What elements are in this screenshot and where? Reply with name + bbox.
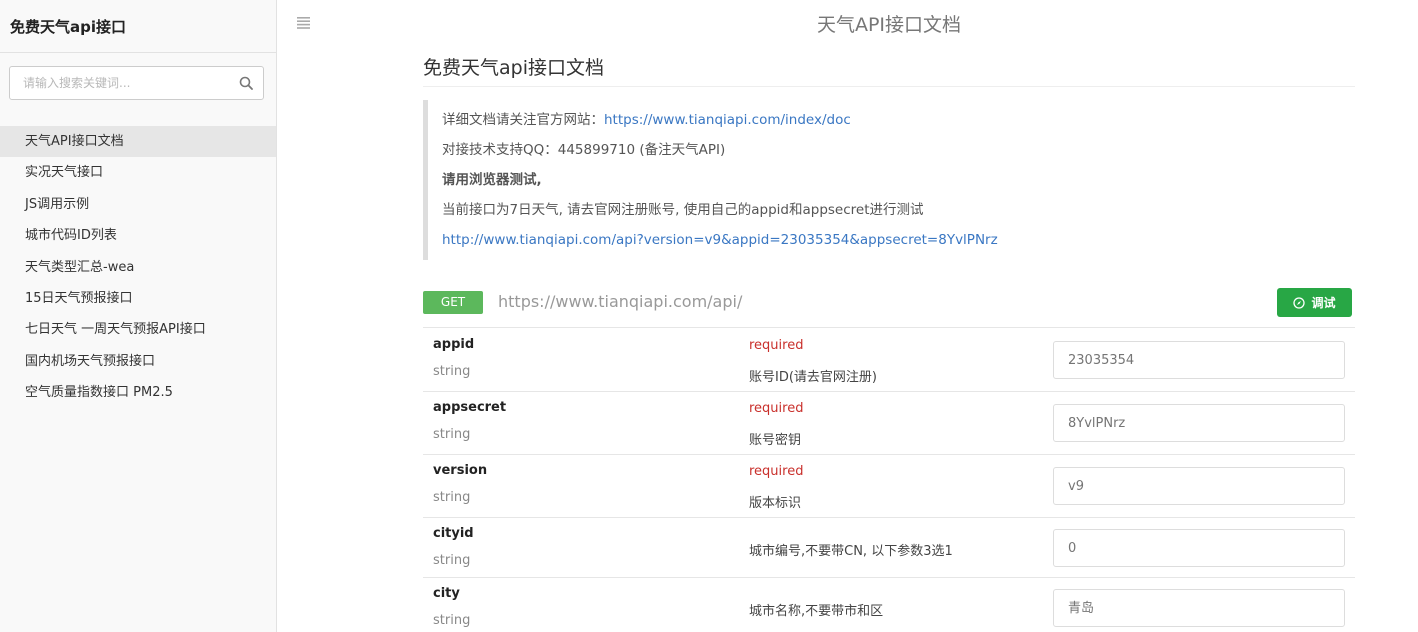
param-required: required (749, 464, 804, 479)
param-type: string (433, 613, 471, 628)
website-link[interactable]: https://www.tianqiapi.com/index/doc (604, 112, 851, 128)
param-name: city (433, 586, 460, 601)
example-link[interactable]: http://www.tianqiapi.com/api?version=v9&… (442, 232, 998, 248)
param-type: string (433, 490, 471, 505)
compass-icon (1293, 296, 1306, 309)
search-box (9, 66, 264, 100)
param-name: appid (433, 337, 475, 352)
try-button[interactable]: 调试 (1277, 288, 1352, 317)
table-row: version string required 版本标识 (423, 455, 1355, 518)
param-desc: 版本标识 (749, 496, 802, 511)
param-name: cityid (433, 526, 474, 541)
param-desc: 城市编号,不要带CN, 以下参数3选1 (749, 544, 953, 559)
param-required: required (749, 338, 804, 353)
param-desc: 账号ID(请去官网注册) (749, 370, 877, 385)
sidebar-item-15day[interactable]: 15日天气预报接口 (0, 283, 276, 314)
endpoint-url: https://www.tianqiapi.com/api/ (498, 292, 743, 311)
table-row: city string 城市名称,不要带市和区 (423, 578, 1355, 632)
appsecret-input[interactable] (1053, 404, 1345, 442)
intro-line-register: 当前接口为7日天气, 请去官网注册账号, 使用自己的appid和appsecre… (442, 202, 924, 218)
table-row: appsecret string required 账号密钥 (423, 392, 1355, 455)
intro-blockquote: 详细文档请关注官方网站：https://www.tianqiapi.com/in… (423, 100, 1355, 260)
endpoint-bar: GET https://www.tianqiapi.com/api/ 调试 (423, 287, 1355, 328)
param-name: appsecret (433, 400, 507, 415)
sidebar-item-weather-types[interactable]: 天气类型汇总-wea (0, 252, 276, 283)
method-badge: GET (423, 291, 483, 314)
param-type: string (433, 364, 471, 379)
param-desc: 账号密钥 (749, 433, 802, 448)
table-row: appid string required 账号ID(请去官网注册) (423, 329, 1355, 392)
intro-line-qq: 对接技术支持QQ：445899710 (备注天气API) (442, 142, 726, 158)
intro-line-example: http://www.tianqiapi.com/api?version=v9&… (442, 225, 1355, 255)
search-input[interactable] (10, 67, 230, 99)
sidebar-item-aqi[interactable]: 空气质量指数接口 PM2.5 (0, 377, 276, 408)
sidebar-item-city-codes[interactable]: 城市代码ID列表 (0, 220, 276, 251)
doc-title: 免费天气api接口文档 (423, 50, 1355, 87)
sidebar-item-api-doc[interactable]: 天气API接口文档 (0, 126, 276, 158)
page-title: 天气API接口文档 (816, 14, 962, 36)
sidebar-item-7day[interactable]: 七日天气 一周天气预报API接口 (0, 314, 276, 345)
appid-input[interactable] (1053, 341, 1345, 379)
intro-line-browser: 请用浏览器测试, (442, 172, 542, 188)
param-desc: 城市名称,不要带市和区 (749, 604, 884, 619)
doc-content: 免费天气api接口文档 详细文档请关注官方网站：https://www.tian… (423, 50, 1355, 260)
sidebar-item-js-example[interactable]: JS调用示例 (0, 189, 276, 220)
sidebar-item-airport[interactable]: 国内机场天气预报接口 (0, 346, 276, 377)
sidebar-nav: 天气API接口文档 实况天气接口 JS调用示例 城市代码ID列表 天气类型汇总-… (0, 126, 276, 409)
param-type: string (433, 427, 471, 442)
params-table: appid string required 账号ID(请去官网注册) appse… (423, 329, 1355, 632)
version-input[interactable] (1053, 467, 1345, 505)
menu-toggle-icon[interactable] (297, 16, 310, 29)
city-input[interactable] (1053, 589, 1345, 627)
try-button-label: 调试 (1311, 296, 1336, 310)
param-required: required (749, 401, 804, 416)
param-type: string (433, 553, 471, 568)
param-name: version (433, 463, 488, 478)
sidebar: 免费天气api接口 天气API接口文档 实况天气接口 JS调用示例 城市代码ID… (0, 0, 277, 632)
sidebar-item-live-weather[interactable]: 实况天气接口 (0, 157, 276, 188)
intro-line-website: 详细文档请关注官方网站：https://www.tianqiapi.com/in… (442, 112, 851, 128)
search-icon[interactable] (239, 76, 253, 90)
table-row: cityid string 城市编号,不要带CN, 以下参数3选1 (423, 518, 1355, 578)
cityid-input[interactable] (1053, 529, 1345, 567)
brand-title[interactable]: 免费天气api接口 (0, 0, 276, 53)
